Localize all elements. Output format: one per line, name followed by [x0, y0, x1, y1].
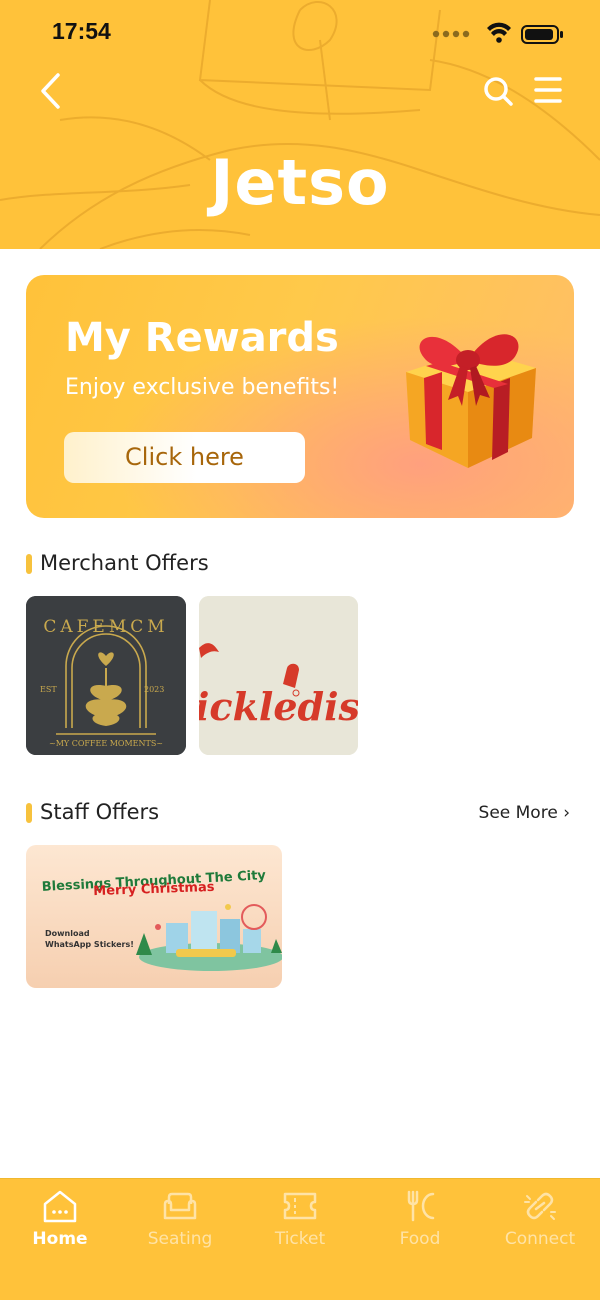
- merchant-card-cafemcm[interactable]: CAFEMCM EST 2023 ~MY COFFEE MOMENTS~: [26, 596, 186, 755]
- staff-offer-card[interactable]: Blessings Throughout The City Merry Chri…: [26, 845, 282, 988]
- staff-offers-title: Staff Offers: [40, 800, 160, 824]
- christmas-stickers-banner: Blessings Throughout The City Merry Chri…: [26, 845, 282, 988]
- status-time: 17:54: [52, 18, 111, 44]
- tab-seating[interactable]: Seating: [120, 1179, 240, 1269]
- tab-label: Ticket: [274, 1229, 326, 1249]
- tab-label: Seating: [147, 1229, 213, 1249]
- utensils-icon: [407, 1190, 435, 1222]
- cafemcm-logo: CAFEMCM EST 2023 ~MY COFFEE MOMENTS~: [26, 596, 186, 755]
- rewards-subtitle: Enjoy exclusive benefits!: [65, 375, 340, 400]
- cellular-icon: [432, 30, 470, 38]
- battery-icon: [521, 25, 563, 44]
- tab-food[interactable]: Food: [360, 1179, 480, 1269]
- tab-label: Home: [32, 1229, 88, 1249]
- ickledise-logo: ickledise.h: [199, 596, 358, 755]
- merchant-offers-title: Merchant Offers: [40, 551, 209, 575]
- tab-label: Food: [399, 1229, 441, 1249]
- ticket-icon: [283, 1192, 317, 1220]
- click-here-button[interactable]: Click here: [64, 432, 305, 483]
- banner-line4: WhatsApp Stickers!: [45, 940, 134, 949]
- tab-connect[interactable]: Connect: [480, 1179, 600, 1269]
- rewards-banner[interactable]: My Rewards Enjoy exclusive benefits! Cli…: [26, 275, 574, 518]
- merchant-card-ickledise[interactable]: ickledise.h: [199, 596, 358, 755]
- tab-ticket[interactable]: Ticket: [240, 1179, 360, 1269]
- see-more-link[interactable]: See More ›: [479, 803, 570, 823]
- home-icon: [43, 1190, 77, 1223]
- cafemcm-year: 2023: [144, 685, 164, 694]
- tab-label: Connect: [504, 1229, 576, 1249]
- status-icons: [432, 22, 563, 44]
- ickledise-text: ickledise.h: [199, 684, 358, 729]
- page-title: Jetso: [210, 146, 390, 219]
- status-bar: 17:54: [0, 0, 600, 66]
- banner-line3: Download: [45, 929, 90, 938]
- link-icon: [524, 1192, 556, 1220]
- cafemcm-name-text: CAFEMCM: [43, 617, 168, 637]
- section-marker: [26, 803, 32, 823]
- bottom-tab-bar: Home Seating Ticket Food Connect: [0, 1178, 600, 1300]
- cafemcm-est: EST: [40, 685, 57, 694]
- menu-icon[interactable]: [533, 76, 563, 104]
- search-icon[interactable]: [482, 75, 514, 107]
- sofa-icon: [163, 1192, 197, 1220]
- header: 17:54 Jetso: [0, 0, 600, 249]
- wifi-icon: [487, 22, 511, 43]
- cafemcm-tagline: ~MY COFFEE MOMENTS~: [49, 739, 163, 748]
- tab-home[interactable]: Home: [0, 1179, 120, 1269]
- back-chevron-icon[interactable]: [38, 72, 64, 110]
- rewards-title: My Rewards: [65, 315, 339, 361]
- section-marker: [26, 554, 32, 574]
- gift-box-icon: [406, 334, 536, 468]
